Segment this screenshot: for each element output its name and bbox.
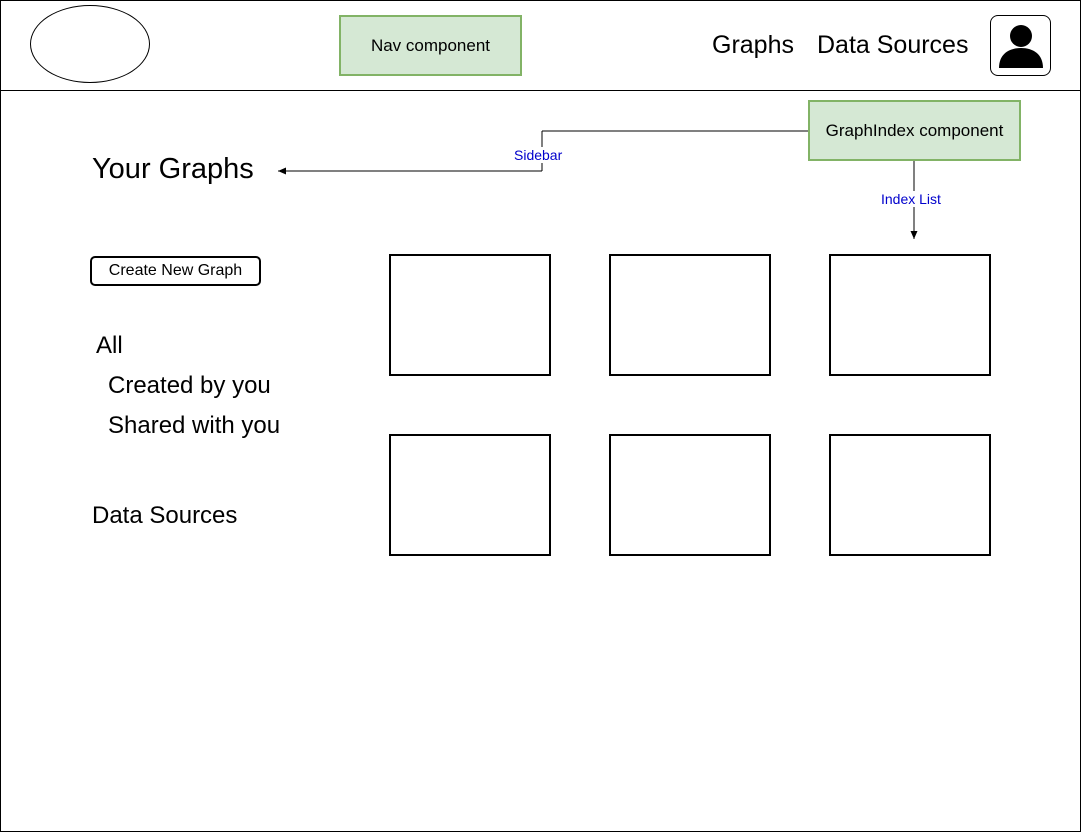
sidebar-annotation: Sidebar: [512, 147, 565, 163]
graph-card[interactable]: [389, 254, 551, 376]
filter-all[interactable]: All: [96, 332, 123, 360]
sidebar-data-sources[interactable]: Data Sources: [92, 502, 237, 530]
graph-card[interactable]: [609, 254, 771, 376]
index-list-annotation: Index List: [879, 191, 943, 207]
page-title: Your Graphs: [92, 153, 254, 185]
filter-created-by-you[interactable]: Created by you: [108, 372, 271, 400]
filter-shared-with-you[interactable]: Shared with you: [108, 412, 280, 440]
graph-card[interactable]: [829, 434, 991, 556]
graph-card[interactable]: [609, 434, 771, 556]
graph-card[interactable]: [829, 254, 991, 376]
graph-card[interactable]: [389, 434, 551, 556]
graph-index-component-label: GraphIndex component: [808, 100, 1021, 161]
create-new-graph-button[interactable]: Create New Graph: [90, 256, 261, 286]
